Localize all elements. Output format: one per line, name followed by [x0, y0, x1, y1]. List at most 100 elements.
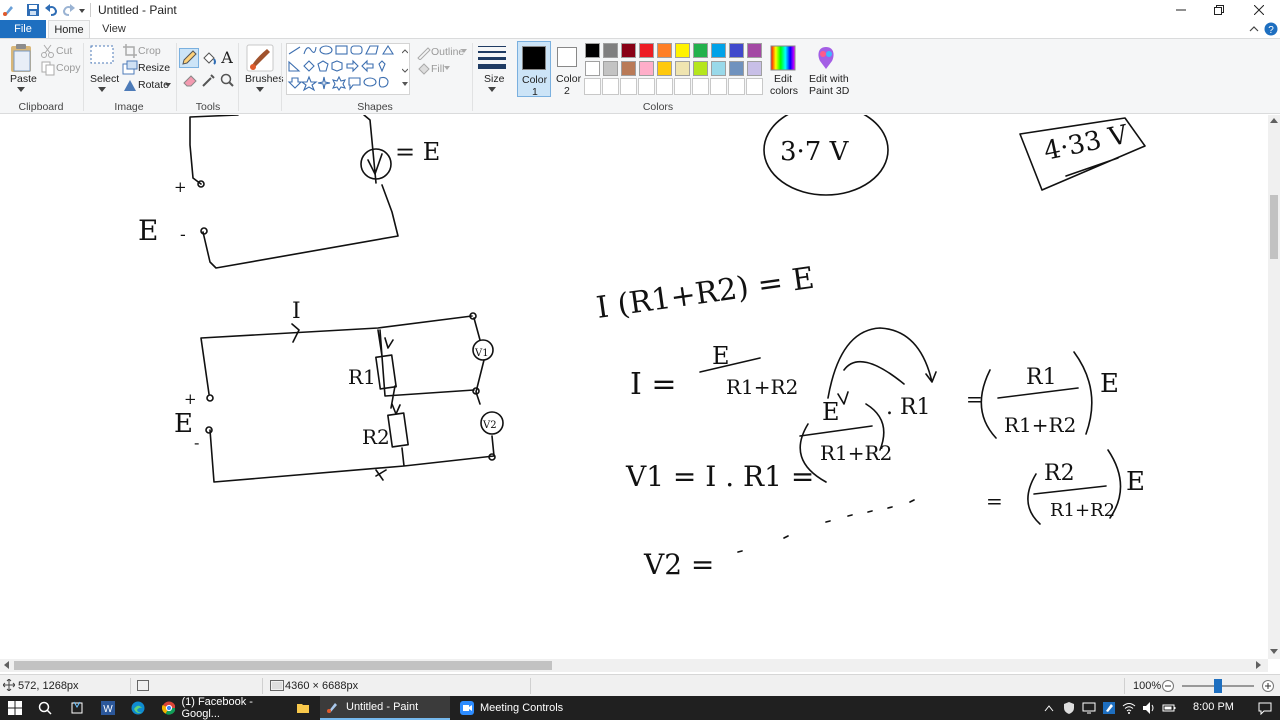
palette-swatch[interactable] [603, 43, 618, 58]
pen-tray-icon[interactable] [1102, 701, 1116, 715]
zoom-slider-track[interactable] [1182, 679, 1254, 693]
size-icon[interactable] [478, 45, 506, 71]
copy-icon[interactable] [40, 60, 56, 76]
custom-color-slot[interactable] [656, 78, 673, 95]
text-icon[interactable]: A [219, 49, 235, 65]
scroll-up-icon[interactable] [1270, 117, 1278, 123]
palette-swatch[interactable] [639, 43, 654, 58]
taskbar-zoom-meeting[interactable]: Meeting Controls [454, 696, 570, 720]
display-tray-icon[interactable] [1082, 701, 1096, 715]
fill-dropdown-icon[interactable] [444, 66, 450, 70]
color2-button[interactable]: Color 2 [553, 41, 583, 97]
paste-icon[interactable] [8, 43, 34, 75]
pencil-tool-selected[interactable] [179, 48, 199, 68]
select-label[interactable]: Select [90, 73, 119, 85]
palette-swatch[interactable] [675, 61, 690, 76]
zoom-slider-thumb[interactable] [1214, 679, 1222, 693]
custom-color-slot[interactable] [710, 78, 727, 95]
palette-swatch[interactable] [675, 43, 690, 58]
palette-swatch[interactable] [639, 61, 654, 76]
network-tray-icon[interactable] [1122, 701, 1136, 715]
palette-swatch[interactable] [711, 61, 726, 76]
resize-icon[interactable] [122, 60, 138, 76]
select-icon[interactable] [90, 45, 114, 65]
vertical-scrollbar[interactable] [1268, 115, 1280, 659]
palette-swatch[interactable] [603, 61, 618, 76]
paint3d-label-2[interactable]: Paint 3D [809, 85, 849, 97]
zoom-out-icon[interactable] [1162, 680, 1174, 692]
antivirus-tray-icon[interactable] [1063, 701, 1075, 715]
edit-colors-label[interactable]: Edit [774, 73, 792, 85]
palette-swatch[interactable] [729, 43, 744, 58]
shapes-scroll-icon[interactable] [402, 49, 408, 89]
color-picker-icon[interactable] [201, 72, 217, 88]
close-button[interactable] [1240, 0, 1278, 20]
fill-bucket-icon[interactable] [201, 50, 217, 66]
taskbar-chrome[interactable]: (1) Facebook - Googl... [156, 696, 290, 720]
palette-swatch[interactable] [585, 61, 600, 76]
palette-swatch[interactable] [621, 61, 636, 76]
outline-icon[interactable] [416, 44, 432, 60]
notifications-icon[interactable] [1258, 701, 1272, 715]
brushes-icon[interactable] [245, 43, 275, 73]
palette-swatch[interactable] [693, 61, 708, 76]
fill-icon[interactable] [416, 61, 432, 77]
palette-swatch[interactable] [747, 43, 762, 58]
paste-dropdown-icon[interactable] [17, 87, 25, 92]
palette-swatch[interactable] [657, 61, 672, 76]
eraser-icon[interactable] [182, 72, 198, 88]
custom-color-slot[interactable] [638, 78, 655, 95]
file-explorer-icon[interactable] [296, 701, 310, 715]
battery-tray-icon[interactable] [1162, 701, 1176, 715]
edge-icon[interactable] [131, 701, 145, 715]
tab-home[interactable]: Home [48, 20, 90, 38]
customize-dropdown-icon[interactable] [78, 3, 86, 17]
palette-swatch[interactable] [657, 43, 672, 58]
drawing-canvas[interactable]: + E - = E 3·7 V 4·33 V I R1 R2 V1 V2 E +… [0, 115, 1268, 659]
task-view-icon[interactable] [70, 701, 84, 715]
crop-label[interactable]: Crop [138, 45, 161, 57]
scroll-down-icon[interactable] [1270, 649, 1278, 655]
tab-view[interactable]: View [95, 20, 133, 38]
taskbar-paint[interactable]: Untitled - Paint [320, 696, 450, 720]
vertical-scroll-thumb[interactable] [1270, 195, 1278, 259]
outline-dropdown-icon[interactable] [461, 49, 467, 53]
custom-color-slot[interactable] [692, 78, 709, 95]
paint3d-label[interactable]: Edit with [809, 73, 849, 85]
size-dropdown-icon[interactable] [488, 87, 496, 92]
clock[interactable]: 8:00 PM [1193, 701, 1234, 713]
word-icon[interactable]: W [101, 701, 115, 715]
volume-tray-icon[interactable] [1142, 701, 1156, 715]
fill-label[interactable]: Fill [431, 63, 444, 75]
custom-color-slot[interactable] [746, 78, 763, 95]
scroll-right-icon[interactable] [1256, 661, 1262, 669]
brushes-dropdown-icon[interactable] [256, 87, 264, 92]
rotate-icon[interactable] [122, 77, 138, 93]
palette-swatch[interactable] [729, 61, 744, 76]
cut-label[interactable]: Cut [56, 45, 72, 57]
palette-swatch[interactable] [747, 61, 762, 76]
undo-icon[interactable] [44, 3, 58, 17]
resize-label[interactable]: Resize [138, 62, 170, 74]
show-hidden-icons-icon[interactable] [1044, 704, 1054, 712]
collapse-ribbon-icon[interactable] [1248, 23, 1260, 35]
restore-button[interactable] [1200, 0, 1238, 20]
edit-colors-icon[interactable] [770, 45, 796, 71]
custom-color-slot[interactable] [728, 78, 745, 95]
custom-color-slot[interactable] [602, 78, 619, 95]
minimize-button[interactable] [1162, 0, 1200, 20]
paint3d-icon[interactable] [814, 45, 838, 71]
cut-icon[interactable] [40, 43, 56, 59]
outline-label[interactable]: Outline [431, 46, 464, 58]
palette-swatch[interactable] [585, 43, 600, 58]
color1-button[interactable]: Color 1 [517, 41, 551, 98]
crop-icon[interactable] [122, 43, 138, 59]
help-icon[interactable]: ? [1264, 22, 1278, 36]
paste-label[interactable]: Paste [10, 73, 37, 85]
palette-swatch[interactable] [711, 43, 726, 58]
palette-swatch[interactable] [693, 43, 708, 58]
custom-color-slot[interactable] [584, 78, 601, 95]
search-icon[interactable] [38, 701, 52, 715]
select-dropdown-icon[interactable] [98, 87, 106, 92]
custom-color-slot[interactable] [674, 78, 691, 95]
